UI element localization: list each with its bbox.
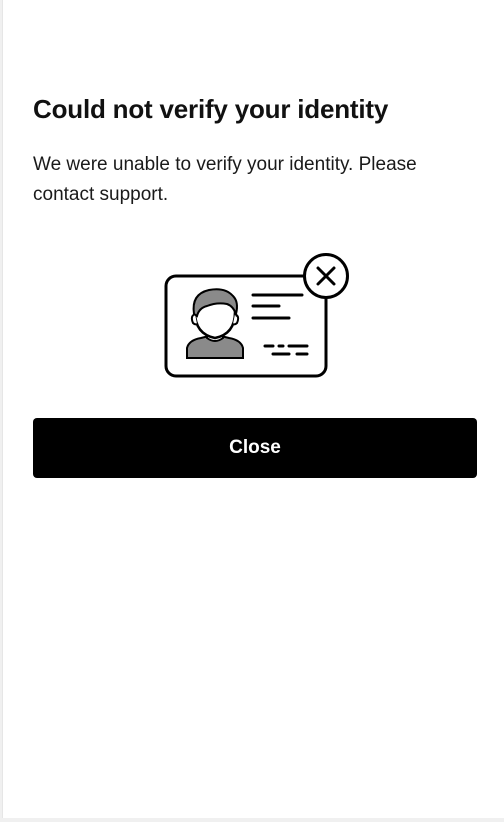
dialog-message: We were unable to verify your identity. … — [33, 154, 417, 205]
dialog-title: Could not verify your identity — [33, 94, 389, 124]
close-button[interactable]: Close — [33, 418, 477, 478]
verification-failed-dialog: Could not verify your identity We were u… — [2, 0, 504, 818]
id-card-error-icon — [161, 250, 353, 382]
